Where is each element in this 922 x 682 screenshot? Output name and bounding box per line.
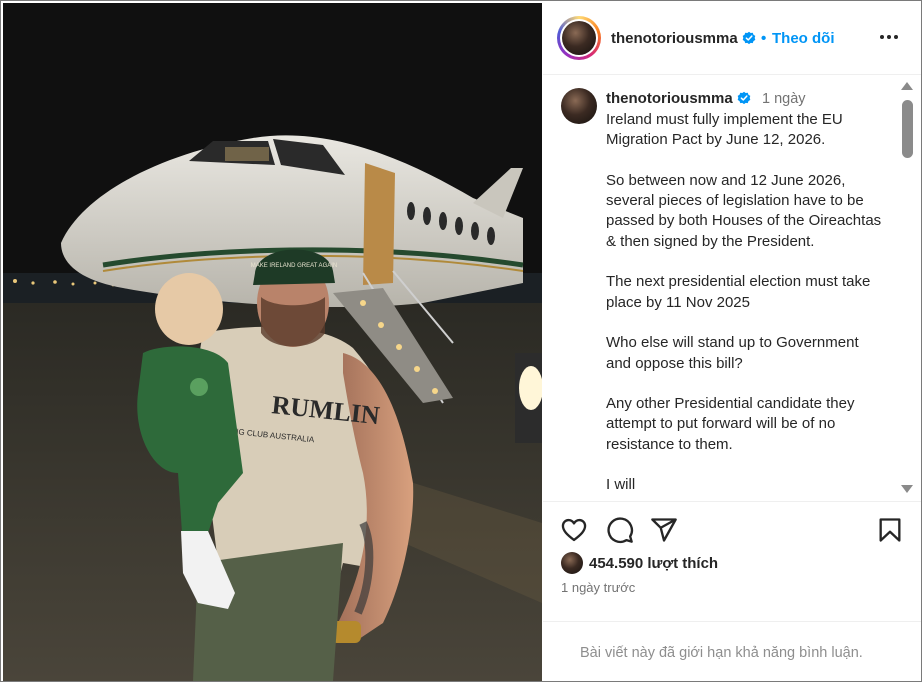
caption-timestamp[interactable]: 1 ngày [762,91,806,107]
author-avatar[interactable] [557,16,601,60]
comments-limited-notice: Bài viết này đã giới hạn khả năng bình l… [543,621,921,681]
bookmark-icon[interactable] [876,516,904,544]
caption-scrollbar[interactable] [897,76,913,501]
send-icon[interactable] [650,516,678,544]
caption-text: Ireland must fully implement the EU Migr… [606,111,882,494]
caption-author-avatar[interactable] [561,88,597,124]
post-photo-illustration: MAKE IRELAND GREAT AGAIN RUMLIN XING CLU… [3,3,542,681]
caption-section: thenotoriousmma 1 ngày Ireland must full… [543,76,921,501]
post-header: thenotoriousmma • Theo dõi [543,3,921,75]
more-options-icon[interactable] [877,25,901,49]
verified-badge-icon [742,31,756,45]
post-photo[interactable]: MAKE IRELAND GREAT AGAIN RUMLIN XING CLU… [3,3,542,681]
cap-text: MAKE IRELAND GREAT AGAIN [251,263,337,269]
author-username-text[interactable]: thenotoriousmma [611,30,738,47]
scroll-up-arrow-icon[interactable] [901,82,913,90]
scroll-down-arrow-icon[interactable] [901,485,913,493]
likes-count[interactable]: 454.590 lượt thích [589,555,718,572]
caption-author-username-text[interactable]: thenotoriousmma [606,90,733,107]
scrollbar-thumb[interactable] [902,100,913,158]
follow-button[interactable]: Theo dõi [772,30,835,47]
post-timestamp[interactable]: 1 ngày trước [561,580,635,595]
verified-badge-icon [737,91,751,105]
author-username[interactable]: thenotoriousmma [611,30,756,47]
post-sidebar: thenotoriousmma • Theo dõi thenotoriousm… [543,3,921,681]
heart-icon[interactable] [560,516,588,544]
comments-limited-text: Bài viết này đã giới hạn khả năng bình l… [580,645,863,661]
comment-icon[interactable] [606,516,634,544]
follow-separator: • [761,30,767,47]
action-bar: 454.590 lượt thích 1 ngày trước [543,501,921,621]
caption-author-username[interactable]: thenotoriousmma [606,90,751,107]
likes-avatar[interactable] [561,552,583,574]
post-modal: MAKE IRELAND GREAT AGAIN RUMLIN XING CLU… [0,0,922,682]
